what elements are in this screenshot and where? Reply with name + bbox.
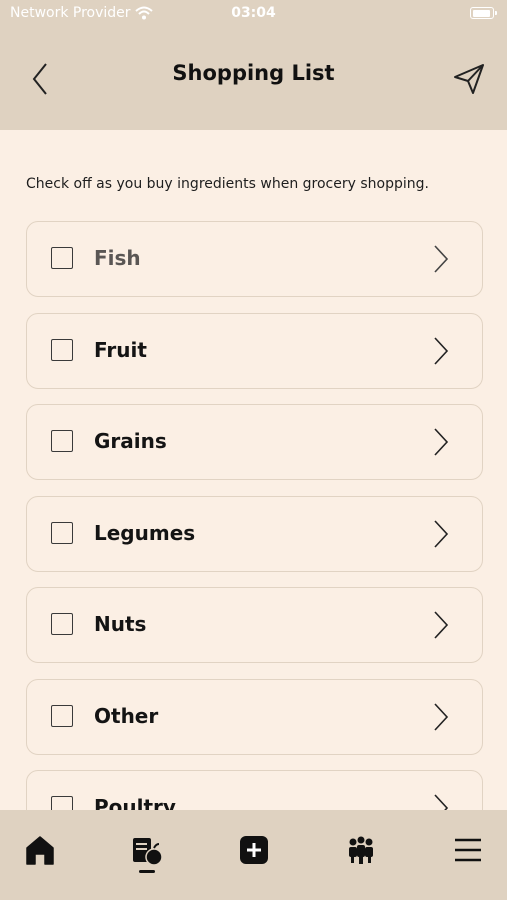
checkbox[interactable]	[51, 430, 73, 452]
item-label: Nuts	[94, 612, 147, 636]
list-item-nuts[interactable]: Nuts	[26, 587, 483, 663]
item-label: Grains	[94, 429, 167, 453]
page-title: Shopping List	[172, 61, 335, 85]
item-label: Fruit	[94, 337, 147, 362]
list-item-grains[interactable]: Grains	[26, 404, 483, 480]
status-bar: Network Provider 03:04	[0, 0, 507, 28]
list-item-other[interactable]: Other	[26, 678, 483, 755]
item-label: Legumes	[94, 520, 196, 545]
chevron-right-icon	[434, 702, 449, 731]
checkbox[interactable]	[51, 704, 73, 727]
checkbox[interactable]	[51, 338, 73, 361]
active-tab-indicator	[139, 870, 155, 873]
chevron-right-icon	[434, 336, 449, 365]
home-icon[interactable]	[20, 830, 60, 870]
recipe-list-icon[interactable]	[127, 830, 167, 870]
checkbox[interactable]	[51, 613, 73, 635]
community-icon[interactable]	[341, 830, 381, 870]
list-item-fruit[interactable]: Fruit	[26, 312, 483, 389]
checkbox[interactable]	[51, 521, 73, 544]
add-icon[interactable]	[234, 830, 274, 870]
battery-icon	[470, 7, 497, 19]
item-label: Fish	[94, 246, 141, 270]
chevron-right-icon	[434, 611, 449, 639]
instructions-text: Check off as you buy ingredients when gr…	[26, 176, 429, 192]
chevron-right-icon	[434, 428, 449, 456]
checkbox[interactable]	[51, 247, 73, 269]
tab-bar	[0, 810, 507, 900]
list-item-legumes[interactable]: Legumes	[26, 495, 483, 572]
chevron-right-icon	[434, 245, 449, 273]
menu-icon[interactable]	[448, 830, 488, 870]
paper-plane-icon[interactable]	[452, 62, 486, 96]
chevron-right-icon	[434, 519, 449, 548]
status-time: 03:04	[231, 5, 276, 21]
item-label: Other	[94, 703, 159, 728]
list-item-fish[interactable]: Fish	[26, 221, 483, 297]
